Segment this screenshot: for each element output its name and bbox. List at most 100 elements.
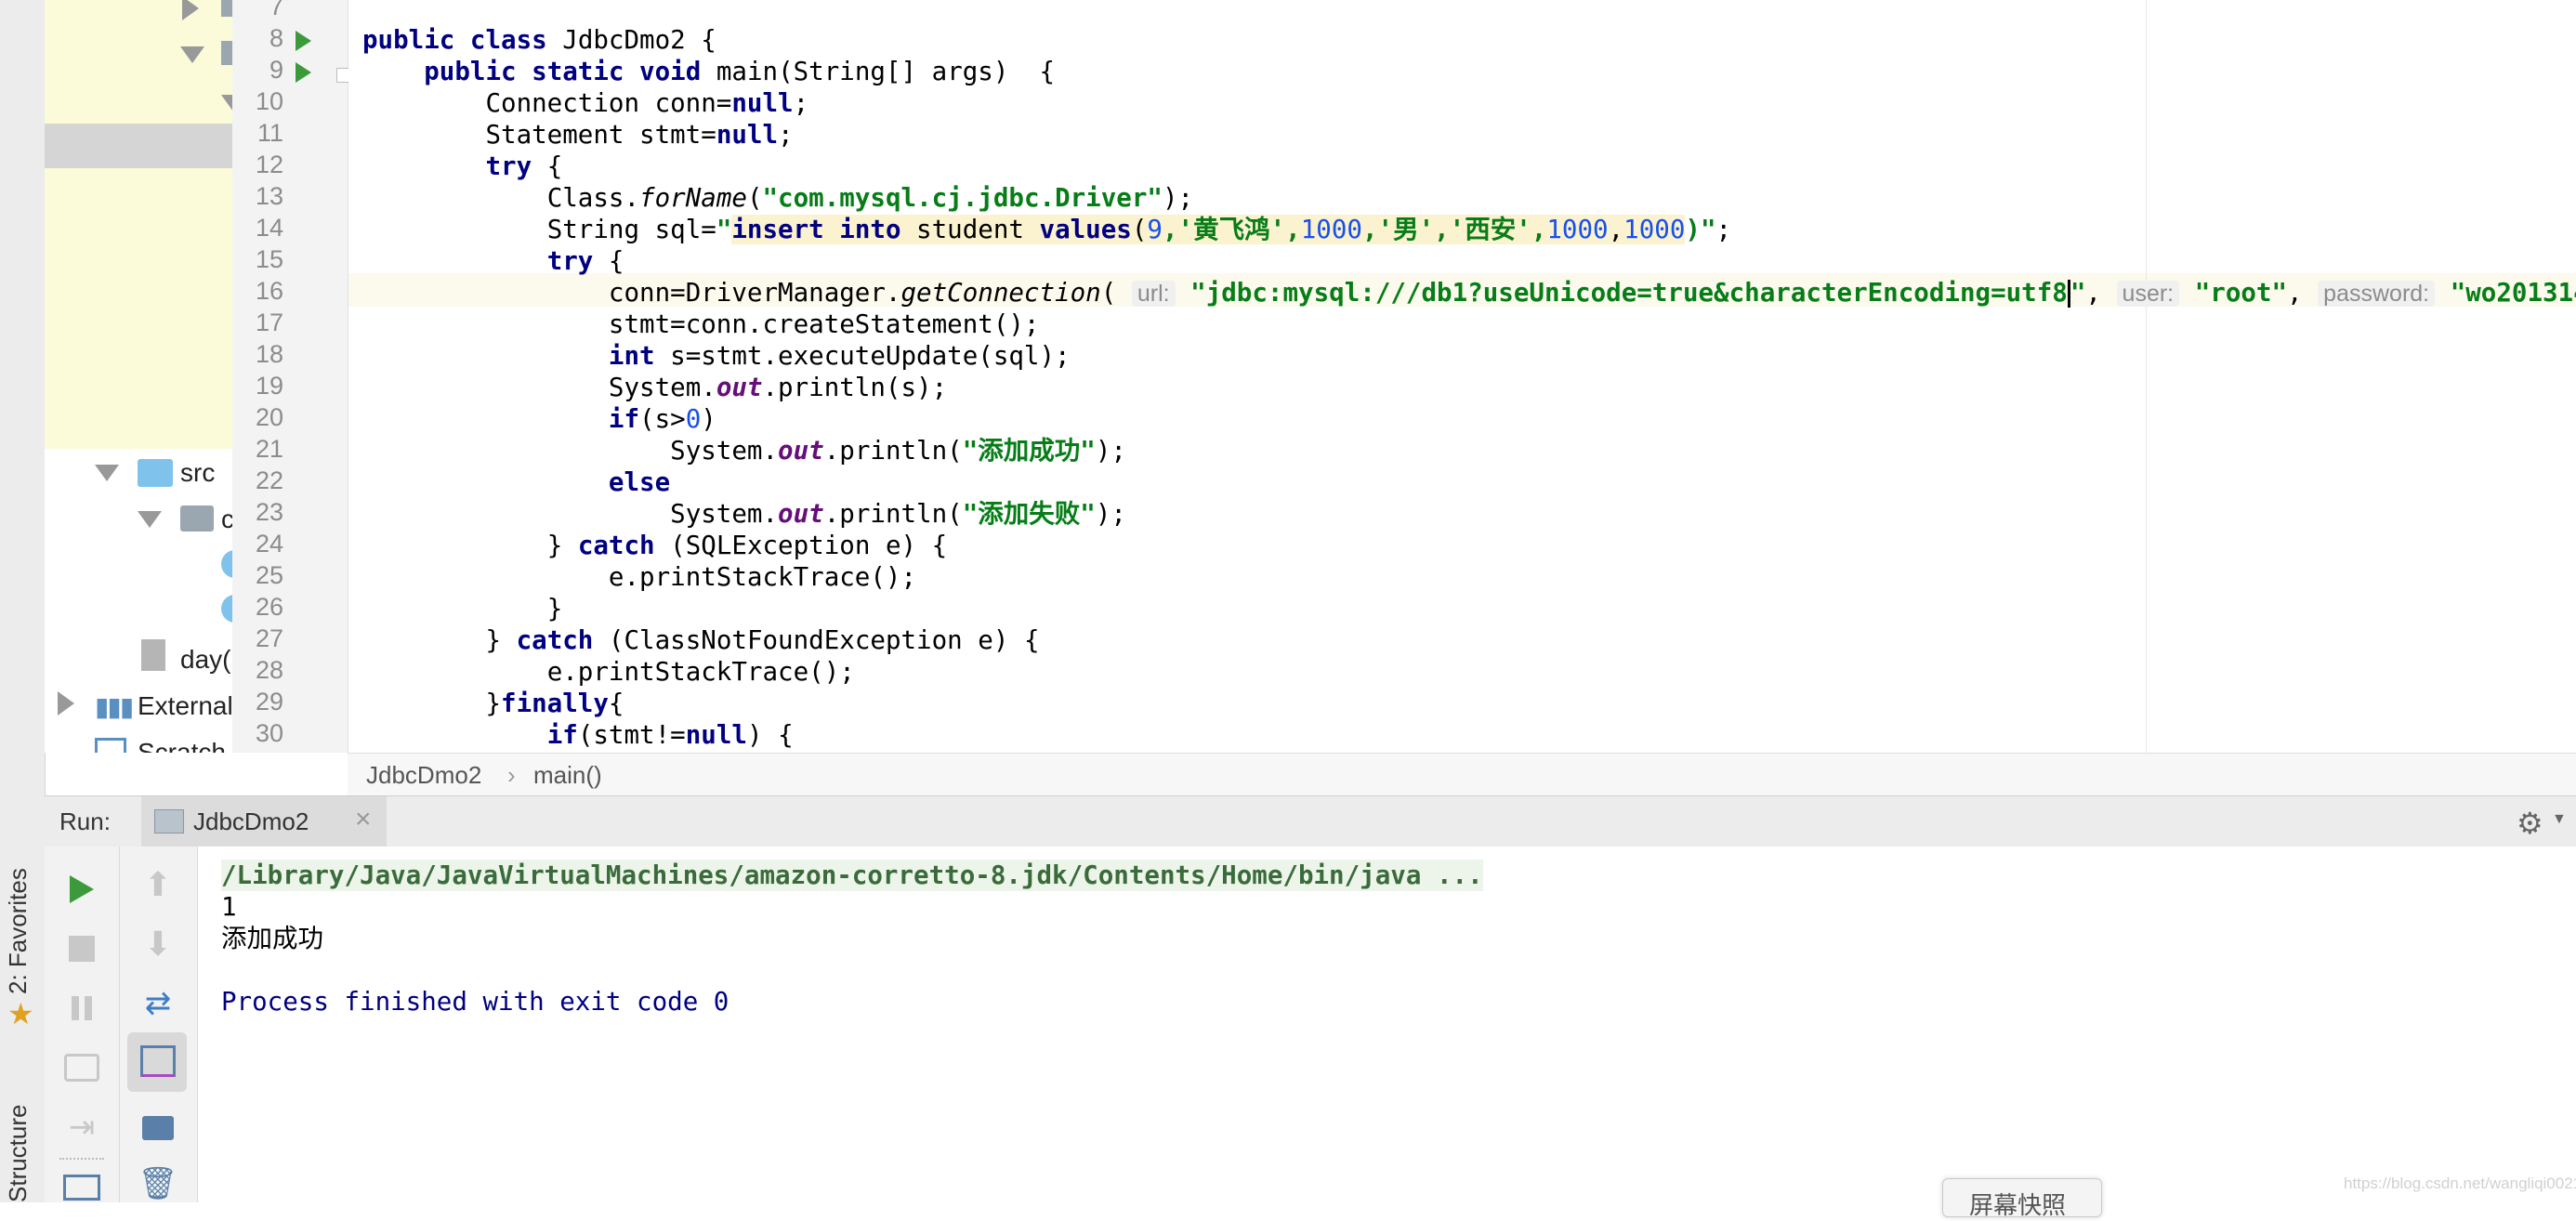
scratches-icon xyxy=(95,738,126,753)
layout-icon[interactable] xyxy=(61,1172,102,1203)
code-editor[interactable]: public class JdbcDmo2 { public static vo… xyxy=(348,0,2576,753)
code-line: } catch (SQLException e) { xyxy=(546,531,948,560)
tree-item-module-file[interactable]: day( xyxy=(180,637,230,682)
expand-arrow-icon[interactable] xyxy=(58,691,74,716)
line-number: 19 xyxy=(255,372,283,400)
console-line-command: /Library/Java/JavaVirtualMachines/amazon… xyxy=(221,860,1483,891)
screenshot-popup-button[interactable]: 屏幕快照 xyxy=(1942,1178,2102,1219)
package-icon xyxy=(180,505,214,532)
breadcrumb-method[interactable]: main() xyxy=(533,761,602,790)
line-number: 21 xyxy=(255,435,283,463)
pause-icon[interactable] xyxy=(61,988,102,1029)
code-line: else xyxy=(608,467,671,497)
chevron-down-icon[interactable]: ▼ xyxy=(2552,811,2567,828)
line-number: 24 xyxy=(255,530,283,558)
scroll-to-end-toggle[interactable] xyxy=(127,1032,187,1092)
console-line: 1 xyxy=(221,892,237,922)
tree-item-label: src xyxy=(180,458,216,487)
console-output[interactable]: /Library/Java/JavaVirtualMachines/amazon… xyxy=(198,847,2576,1202)
console-line: 添加成功 xyxy=(221,924,323,953)
line-number: 28 xyxy=(255,656,283,684)
watermark: https://blog.csdn.net/wangliqi0021 xyxy=(2344,1175,2576,1192)
line-number: 29 xyxy=(255,688,283,716)
collapse-arrow-icon[interactable] xyxy=(221,95,232,112)
run-tab-jdbcdmo2[interactable]: JdbcDmo2 × xyxy=(141,796,387,847)
scroll-to-end-icon xyxy=(140,1044,176,1079)
tree-item-scratches[interactable]: Scratch xyxy=(138,730,226,753)
java-class-icon[interactable] xyxy=(221,550,232,578)
expand-arrow-icon[interactable] xyxy=(182,0,199,20)
breadcrumb-separator: › xyxy=(507,761,516,789)
source-folder-icon xyxy=(138,459,173,487)
code-line: }finally{ xyxy=(485,689,624,718)
tree-item-label: Scratch xyxy=(138,738,226,753)
run-class-icon[interactable] xyxy=(296,31,311,51)
code-line: public static void main(String[] args) { xyxy=(424,57,1056,86)
run-config-icon xyxy=(154,809,184,834)
stop-icon[interactable] xyxy=(61,928,102,969)
project-tree-panel: src c day( ▮▮▮ External Scratch xyxy=(45,0,232,753)
favorites-tab-label: 2: Favorites xyxy=(4,868,32,994)
iml-file-icon xyxy=(141,639,165,671)
excluded-folder-highlight xyxy=(45,0,232,449)
run-tool-window-header: Run: JdbcDmo2 × ⚙ ▼ xyxy=(45,795,2576,847)
line-number: 15 xyxy=(255,245,283,273)
line-number: 20 xyxy=(255,403,283,431)
camera-icon[interactable] xyxy=(61,1047,102,1088)
structure-tab[interactable]: Structure xyxy=(4,1105,33,1203)
line-number: 10 xyxy=(255,87,283,115)
collapse-arrow-icon[interactable] xyxy=(138,511,162,528)
code-line: e.printStackTrace(); xyxy=(546,657,855,687)
code-line: } catch (ClassNotFoundException e) { xyxy=(485,625,1040,655)
code-line: Class.forName("com.mysql.cj.jdbc.Driver"… xyxy=(546,183,1194,213)
code-line: stmt=conn.createStatement(); xyxy=(608,309,1040,339)
param-hint-url: url: xyxy=(1131,281,1176,307)
java-class-icon[interactable] xyxy=(221,595,232,623)
screenshot-popup-label: 屏幕快照 xyxy=(1969,1191,2067,1219)
code-line: System.out.println("添加成功"); xyxy=(670,436,1126,466)
line-number: 12 xyxy=(255,151,283,178)
tree-item-label: External xyxy=(138,691,232,720)
gear-icon[interactable]: ⚙ xyxy=(2517,806,2543,841)
tree-item-label: c xyxy=(221,505,232,533)
code-line: e.printStackTrace(); xyxy=(608,562,917,592)
breadcrumb: JdbcDmo2 › main() xyxy=(348,753,2576,796)
code-line: if(s>0) xyxy=(608,404,716,434)
tree-item-label: day( xyxy=(180,645,231,674)
line-number: 25 xyxy=(255,561,283,589)
code-line: if(stmt!=null) { xyxy=(546,720,794,750)
close-tab-icon[interactable]: × xyxy=(355,804,372,835)
tree-item-package[interactable]: c xyxy=(221,497,232,542)
login-icon[interactable]: ⇥ xyxy=(61,1107,102,1148)
line-number: 11 xyxy=(256,119,283,147)
trash-icon[interactable]: 🗑 xyxy=(137,1162,179,1205)
run-toolbar-primary: ⇥ xyxy=(45,847,120,1202)
run-toolbar-secondary: ⬆ ⬇ ⇄ 🗑 xyxy=(120,847,198,1202)
collapse-arrow-icon[interactable] xyxy=(180,46,204,63)
line-number: 22 xyxy=(255,466,283,494)
line-number: 8 xyxy=(269,24,283,52)
code-line: try { xyxy=(485,151,563,181)
code-line: System.out.println(s); xyxy=(608,373,948,402)
tree-item-external-libraries[interactable]: External xyxy=(138,684,232,729)
breadcrumb-class[interactable]: JdbcDmo2 xyxy=(366,761,481,790)
toolbar-divider xyxy=(59,1158,104,1160)
rerun-icon[interactable] xyxy=(61,869,102,910)
folder-icon xyxy=(221,41,232,65)
favorites-tab[interactable]: 2: Favorites xyxy=(4,868,33,994)
line-number: 30 xyxy=(255,719,283,747)
print-icon[interactable] xyxy=(137,1107,179,1149)
tree-item-src[interactable]: src xyxy=(180,451,215,495)
collapse-arrow-icon[interactable] xyxy=(95,465,119,481)
selected-tree-row[interactable] xyxy=(45,124,232,168)
run-main-icon[interactable] xyxy=(296,62,311,83)
line-number: 23 xyxy=(255,498,283,526)
arrow-up-icon[interactable]: ⬆ xyxy=(137,863,179,906)
soft-wrap-icon[interactable]: ⇄ xyxy=(137,982,179,1025)
arrow-down-icon[interactable]: ⬇ xyxy=(137,923,179,965)
line-number: 17 xyxy=(255,309,283,336)
param-hint-user: user: xyxy=(2116,281,2180,307)
run-label: Run: xyxy=(59,807,111,835)
libraries-icon: ▮▮▮ xyxy=(95,692,134,721)
code-line: try { xyxy=(546,246,624,276)
